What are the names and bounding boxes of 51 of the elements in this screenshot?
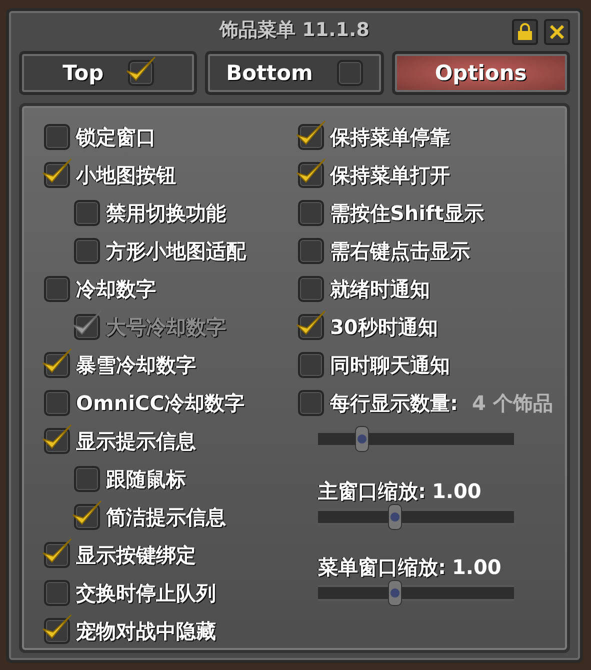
checkbox[interactable] — [298, 276, 324, 302]
close-button[interactable] — [544, 19, 570, 45]
option-label: 简洁提示信息 — [106, 504, 226, 530]
slider-label: 主窗口缩放: — [318, 478, 426, 504]
option-label: 需右键点击显示 — [330, 238, 470, 264]
option-value: 4 个饰品 — [472, 390, 553, 416]
checkbox[interactable] — [74, 466, 100, 492]
tab[interactable]: Top — [19, 51, 198, 95]
option-label: 大号冷却数字 — [106, 314, 226, 340]
checkbox[interactable] — [336, 60, 363, 86]
option-label: 小地图按钮 — [76, 162, 176, 188]
option-label: 需按住Shift显示 — [330, 200, 484, 226]
option-label: 交换时停止队列 — [76, 580, 216, 606]
checkbox[interactable] — [44, 276, 70, 302]
option-label: 方形小地图适配 — [106, 238, 246, 264]
checkbox[interactable] — [44, 124, 70, 150]
slider-value: 1.00 — [452, 555, 502, 579]
checkbox[interactable] — [44, 580, 70, 606]
option-label: 暴雪冷却数字 — [76, 352, 196, 378]
option-label: 显示提示信息 — [76, 428, 196, 454]
tab[interactable]: Options — [392, 51, 570, 95]
slider-thumb[interactable] — [388, 504, 402, 530]
option-label: 每行显示数量: — [330, 390, 458, 416]
option-label: 保持菜单打开 — [330, 162, 450, 188]
option-label: 保持菜单停靠 — [330, 124, 450, 150]
checkbox[interactable] — [74, 200, 100, 226]
option-label: 锁定窗口 — [76, 124, 156, 150]
option-label: 禁用切换功能 — [106, 200, 226, 226]
checkbox[interactable] — [74, 238, 100, 264]
tab[interactable]: Bottom — [205, 51, 384, 95]
option-label: 30秒时通知 — [330, 314, 438, 340]
option-label: 显示按键绑定 — [76, 542, 196, 568]
checkbox[interactable] — [44, 390, 70, 416]
option-label: OmniCC冷却数字 — [76, 390, 244, 416]
checkbox[interactable] — [298, 200, 324, 226]
window-title: 饰品菜单 11.1.8 — [220, 18, 370, 43]
checkbox[interactable] — [298, 238, 324, 264]
slider-value: 1.00 — [432, 479, 482, 503]
slider-label: 菜单窗口缩放: — [318, 554, 446, 580]
checkbox[interactable] — [298, 352, 324, 378]
slider-thumb[interactable] — [355, 426, 370, 452]
close-icon — [550, 25, 564, 39]
option-label: 跟随鼠标 — [106, 466, 186, 492]
option-label: 同时聊天通知 — [330, 352, 450, 378]
lock-icon — [517, 23, 533, 41]
option-label: 冷却数字 — [76, 276, 156, 302]
slider-thumb[interactable] — [388, 580, 402, 606]
option-label: 就绪时通知 — [330, 276, 430, 302]
lock-button[interactable] — [512, 19, 538, 45]
option-label: 宠物对战中隐藏 — [76, 618, 216, 644]
checkbox[interactable] — [298, 390, 324, 416]
